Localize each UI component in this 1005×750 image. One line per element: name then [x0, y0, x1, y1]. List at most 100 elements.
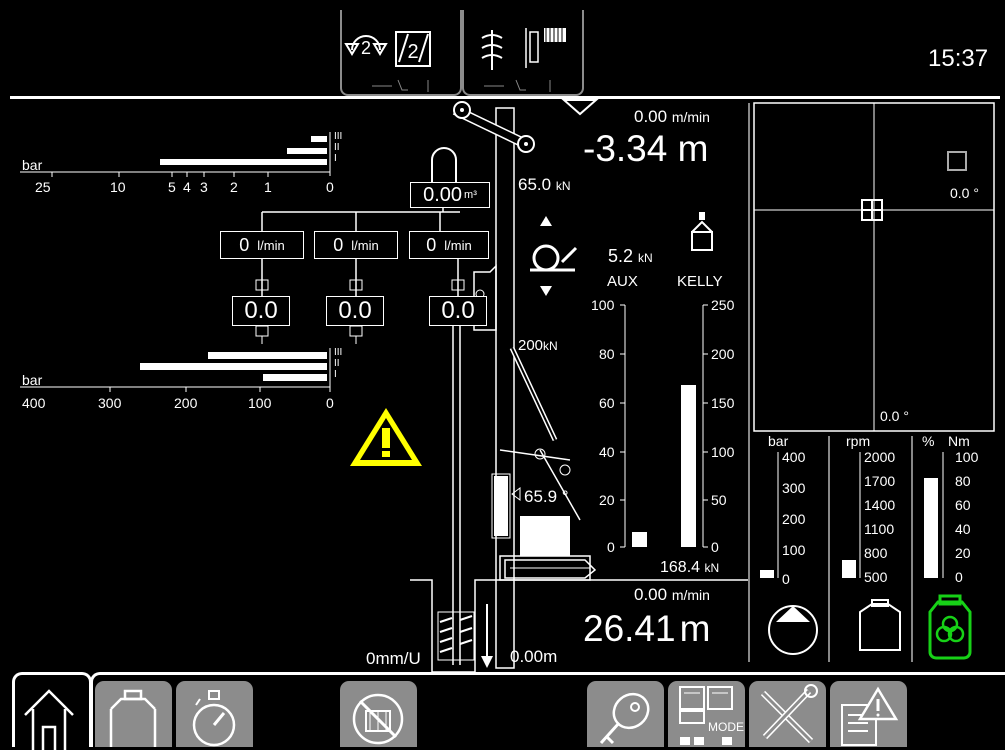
kelly-force-bottom-unit: kN: [704, 561, 720, 575]
pump-scale-2: 2: [230, 179, 238, 195]
engine-load-bar: [924, 478, 938, 578]
tools-icon: [760, 684, 818, 744]
load-scale-200: 200: [174, 395, 198, 411]
mode-button[interactable]: MODE: [668, 681, 745, 747]
engine-bar-400: 400: [782, 449, 806, 465]
kelly-speed-bottom-value: 0.00: [634, 585, 668, 604]
kelly-scale-150: 150: [711, 395, 735, 411]
engine-bar-300: 300: [782, 480, 806, 496]
kelly-scale-100: 100: [711, 444, 735, 460]
engine-rpm-1700: 1700: [864, 473, 896, 489]
engine-bar-100: 100: [782, 542, 806, 558]
kelly-depth-bottom: 26.41 m: [583, 610, 710, 647]
engine-icon: [109, 689, 157, 747]
aux-scale-0: 0: [607, 539, 615, 555]
pump-scale-5: 5: [168, 179, 176, 195]
aux-scale-60: 60: [599, 395, 615, 411]
home-button[interactable]: [12, 672, 92, 750]
inclination-angle-y: 0.0 °: [880, 408, 909, 424]
key-button[interactable]: [587, 681, 664, 747]
flow-display-3: 0 l/min: [409, 231, 489, 259]
aux-scale-100: 100: [591, 297, 615, 313]
engine-nm-40: 40: [955, 521, 971, 537]
flow-unit-1: l/min: [257, 237, 285, 253]
pump-scale-1: 1: [264, 179, 272, 195]
load-pressure-unit: bar: [22, 372, 43, 388]
engine-rpm-800: 800: [864, 545, 888, 561]
crowd-cylinder-fill: [494, 476, 508, 536]
hammer-off-button[interactable]: [340, 681, 417, 747]
mast-angle: 65.9 °: [524, 487, 569, 506]
load-level-i: I: [334, 369, 337, 380]
engine-bar-200: 200: [782, 511, 806, 527]
kelly-depth-bottom-unit: m: [679, 608, 711, 649]
kelly-depth-top: -3.34 m: [583, 128, 709, 169]
flow-value-1: 0: [239, 234, 250, 255]
tools-button[interactable]: [749, 681, 826, 747]
engine-nm-60: 60: [955, 497, 971, 513]
engine-nm-100: 100: [955, 449, 979, 465]
kelly-depth-bottom-value: 26.41: [583, 608, 676, 649]
kelly-scale-0: 0: [711, 539, 719, 555]
load-level-iii: III: [334, 347, 343, 358]
home-icon: [24, 689, 74, 750]
concrete-volume-unit: m³: [464, 189, 477, 201]
load-scale-400: 400: [22, 395, 46, 411]
cylinder-value-1: 0.0: [232, 296, 290, 326]
aux-scale-20: 20: [599, 492, 615, 508]
pump-level-iii: III: [334, 131, 343, 142]
stopwatch-icon: [192, 690, 236, 747]
flow-unit-2: l/min: [351, 237, 379, 253]
engine-rpm-2000: 2000: [864, 449, 896, 465]
warning-list-icon: [841, 686, 899, 746]
pump-level-ii: II: [334, 142, 340, 153]
engine-rpm-1100: 1100: [864, 521, 895, 537]
kelly-force-bottom: 168.4 kN: [660, 560, 719, 576]
flow-value-3: 0: [426, 234, 437, 255]
aux-force-bar: [632, 532, 647, 547]
pump-pressure-unit: bar: [22, 157, 43, 173]
engine-rpm-bar: [842, 560, 856, 578]
engine-nm-20: 20: [955, 545, 971, 561]
pump-scale-10: 10: [110, 179, 126, 195]
cylinder-value-3: 0.0: [429, 296, 487, 326]
pump-scale-25: 25: [35, 179, 51, 195]
engine-button[interactable]: [95, 681, 172, 747]
load-bar-ii: [140, 363, 327, 370]
flow-display-1: 0 l/min: [220, 231, 304, 259]
mode-icon: [679, 686, 733, 745]
crowd-limit-value: 200: [518, 337, 544, 354]
mode-label: MODE: [708, 720, 744, 734]
crowd-force-value: 65.0: [518, 175, 552, 194]
engine-percent-label: %: [922, 433, 935, 449]
crowd-force-unit: kN: [555, 179, 571, 193]
crowd-force: 65.0 kN: [518, 176, 571, 193]
rotation-ratio: 0mm/U: [366, 649, 421, 668]
timer-button[interactable]: [176, 681, 253, 747]
load-bar-i: [263, 374, 327, 381]
load-scale-300: 300: [98, 395, 122, 411]
winch-snail-icon: [532, 244, 560, 272]
kelly-scale-50: 50: [711, 492, 727, 508]
aux-scale-80: 80: [599, 346, 615, 362]
aux-force-value: 5.2: [608, 246, 634, 266]
inclination-angle-x: 0.0 °: [950, 185, 979, 201]
position-marker-icon: [561, 99, 599, 116]
kelly-scale-250: 250: [711, 297, 735, 313]
kelly-speed-bottom-unit: m/min: [671, 587, 710, 603]
kelly-scale-200: 200: [711, 346, 735, 362]
kelly-speed-top: 0.00 m/min: [634, 108, 710, 125]
cylinder-value-2: 0.0: [326, 296, 384, 326]
warning-list-button[interactable]: [830, 681, 907, 747]
kelly-speed-top-value: 0.00: [634, 107, 668, 126]
kelly-speed-top-unit: m/min: [671, 109, 710, 125]
flow-display-2: 0 l/min: [314, 231, 398, 259]
load-scale-0: 0: [326, 395, 334, 411]
kelly-label: KELLY: [677, 273, 723, 290]
engine-pressure-bar: [760, 570, 774, 578]
concrete-volume-display: 0.00 m³: [410, 182, 490, 208]
engine-rpm-label: rpm: [846, 433, 871, 449]
kelly-speed-bottom: 0.00 m/min: [634, 586, 710, 603]
engine-bar-0: 0: [782, 571, 790, 587]
engine-nm-label: Nm: [948, 433, 970, 449]
